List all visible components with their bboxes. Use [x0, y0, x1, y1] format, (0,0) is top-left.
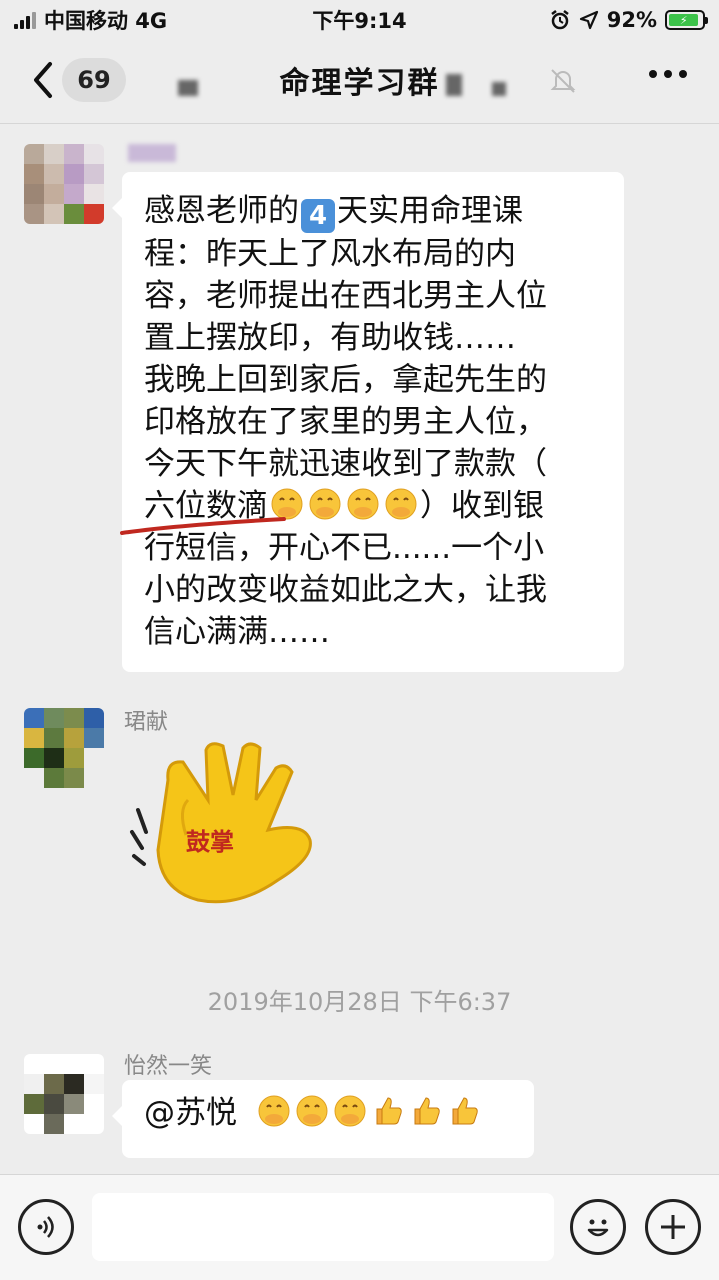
face-with-hand-over-mouth-icon [385, 488, 417, 520]
chat-title: 命理学习群 [279, 66, 440, 101]
more-actions-button[interactable] [645, 1199, 701, 1255]
message-text: ）收到银 [420, 488, 544, 524]
carrier-label: 中国移动 4G [44, 9, 168, 33]
smiley-icon [587, 1219, 609, 1237]
face-with-hand-over-mouth-icon [258, 1095, 290, 1127]
message-line: 感恩老师的 4 天实用命理课 [144, 190, 602, 233]
redacted-mark [492, 82, 506, 96]
battery-percent: 92% [606, 8, 657, 32]
dot-icon [649, 70, 657, 78]
battery-icon: ⚡ [665, 10, 708, 30]
message-input[interactable] [92, 1193, 554, 1261]
message-line: 容，老师提出在西北男主人位 [144, 278, 547, 314]
message-line: 小的改变收益如此之大，让我 [144, 572, 547, 608]
sender-name: 珺献 [124, 710, 169, 735]
message-bubble[interactable]: @苏悦 [112, 1080, 534, 1158]
avatar[interactable] [24, 1054, 104, 1134]
face-with-hand-over-mouth-icon [309, 488, 341, 520]
message-text: 天实用命理课 [337, 193, 523, 229]
more-options-button[interactable] [649, 70, 687, 78]
message-line: 置上摆放印，有助收钱…… [144, 320, 516, 356]
status-bar: 中国移动 4G 下午9:14 92% ⚡ [0, 0, 719, 40]
face-with-hand-over-mouth-icon [334, 1095, 366, 1127]
sender-name-redacted [128, 144, 176, 162]
time-divider: 2019年10月28日 下午6:37 [207, 988, 512, 1016]
message-text: @苏悦 [144, 1095, 237, 1131]
signal-icon [14, 11, 36, 29]
voice-icon [37, 1216, 54, 1238]
input-bar [0, 1174, 719, 1280]
status-right: 92% ⚡ [549, 8, 708, 32]
alarm-icon [550, 10, 569, 30]
face-with-hand-over-mouth-icon [296, 1095, 328, 1127]
redacted-mark [446, 74, 462, 96]
chat-header: 69 命理学习群 [0, 40, 719, 124]
plus-icon [661, 1215, 685, 1239]
mute-bell-icon [550, 69, 576, 93]
dot-icon [664, 70, 672, 78]
message-line: 信心满满…… [144, 614, 330, 650]
message-line: 程：昨天上了风水布局的内 [144, 236, 516, 272]
dot-icon [679, 70, 687, 78]
voice-input-button[interactable] [18, 1199, 74, 1255]
message-text: 感恩老师的 [144, 193, 299, 229]
message-line: 今天下午就迅速收到了款款（ [144, 446, 547, 482]
message-line: 我晚上回到家后，拿起先生的 [144, 362, 547, 398]
sender-name: 怡然一笑 [124, 1054, 213, 1079]
location-arrow-icon [579, 10, 598, 30]
red-underline-annotation [120, 517, 286, 535]
face-with-hand-over-mouth-icon [347, 488, 379, 520]
status-left: 中国移动 4G [14, 5, 167, 35]
emoji-button[interactable] [570, 1199, 626, 1255]
avatar[interactable] [24, 144, 104, 224]
message-line: 印格放在了家里的男主人位， [144, 404, 547, 440]
thumbs-up-icon [452, 1097, 478, 1125]
avatar[interactable] [24, 708, 104, 788]
thumbs-up-icon [414, 1097, 440, 1125]
keycap-number: 4 [301, 199, 335, 233]
sticker-label: 鼓掌 [186, 827, 234, 856]
battery-fill: ⚡ [669, 14, 699, 27]
thumbs-up-icon [376, 1097, 402, 1125]
message-bubble[interactable]: 感恩老师的 4 天实用命理课 程：昨天上了风水布局的内 容，老师提出在西北男主人位 … [112, 172, 624, 672]
clapping-hands-sticker[interactable]: 鼓掌 [128, 740, 328, 910]
